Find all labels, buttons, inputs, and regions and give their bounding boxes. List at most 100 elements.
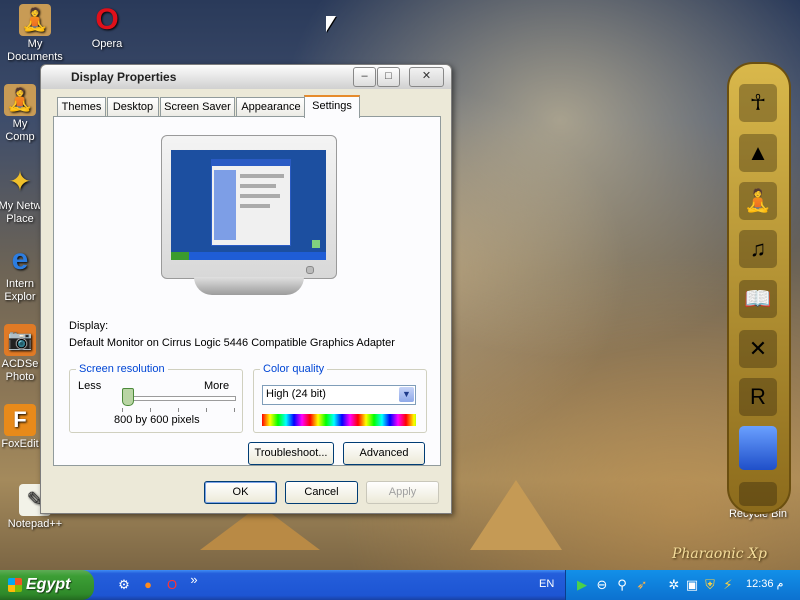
system-tray: ▶ ⊖ ⚲ ➶ ✲ ▣ ⛨ ⚡ 12:36 م (565, 570, 800, 600)
monitor-preview (161, 135, 337, 279)
scribe-figure-icon: 🧘 (744, 188, 772, 213)
display-properties-dialog: Display Properties – □ ✕ Themes Desktop … (40, 64, 452, 514)
meditating-figure-icon: 🧘 (4, 84, 36, 116)
slider-tick (122, 408, 123, 412)
desktop-icon-label: Opera (91, 38, 123, 50)
search-icon[interactable]: ⚲ (614, 577, 630, 593)
dock-item-pharaoh[interactable]: ☥ (739, 84, 777, 122)
monitor-stand (194, 277, 304, 295)
network-places-icon: ✦ (8, 166, 32, 197)
screen-resolution-group: Screen resolution Less More 800 by 600 p… (69, 363, 243, 433)
minimize-button[interactable]: – (353, 67, 376, 87)
quicklaunch-network-icon[interactable]: ⚙ (116, 577, 132, 593)
resolution-slider-thumb[interactable] (121, 388, 134, 406)
security-shield-icon[interactable]: ⛨ (702, 577, 718, 593)
resolution-value: 800 by 600 pixels (114, 414, 200, 426)
windows-flag-icon (8, 578, 22, 592)
desktop-icon-acdsee[interactable]: 📷 ACDSe Photo (0, 324, 42, 384)
pyramid-image (470, 480, 562, 550)
wallpaper-watermark: Pharaonic Xp (672, 546, 767, 562)
media-play-icon[interactable]: ▶ (574, 577, 590, 593)
desktop-icon-label: My Comp (5, 118, 35, 143)
tab-desktop[interactable]: Desktop (107, 97, 159, 116)
pyramids-icon: ▲ (747, 140, 769, 165)
recycle-bin-icon (312, 240, 320, 248)
desktop-icon-my-network-places[interactable]: ✦ My Netw Place (0, 166, 42, 226)
quicklaunch-more-chevron-icon[interactable]: » (186, 572, 202, 588)
advanced-button[interactable]: Advanced (343, 442, 425, 465)
preview-taskbar (171, 252, 326, 260)
dock-item-book[interactable]: 📖 (739, 280, 777, 318)
resolution-less-label: Less (78, 380, 102, 392)
chevron-down-icon[interactable]: ▼ (399, 387, 414, 402)
pharaoh-mask-icon: ☥ (749, 90, 767, 115)
quicklaunch-firefox-icon[interactable]: ● (140, 577, 156, 593)
dock-item-editor[interactable]: R (739, 378, 777, 416)
dock-item-tools[interactable]: ✕ (739, 330, 777, 368)
resolution-more-label: More (204, 380, 230, 392)
dock-item-cartouche[interactable] (739, 426, 777, 470)
foxedit-icon: F (4, 404, 36, 436)
network-icon[interactable]: ✲ (666, 577, 682, 593)
desktop-icon-label: Notepad++ (7, 518, 63, 530)
preview-start-button (171, 252, 189, 260)
book-icon: 📖 (744, 286, 772, 311)
troubleshoot-button[interactable]: Troubleshoot... (248, 442, 334, 465)
meditating-figure-icon: 🧘 (19, 4, 51, 36)
desktop-icon-label: My Documents (7, 38, 63, 63)
tab-screen-saver[interactable]: Screen Saver (160, 97, 235, 116)
display-label: Display: (69, 320, 109, 332)
desktop-icon-my-documents[interactable]: 🧘 My Documents (0, 4, 70, 64)
close-button[interactable]: ✕ (409, 67, 444, 87)
dialog-title: Display Properties (71, 70, 177, 84)
tab-themes[interactable]: Themes (57, 97, 106, 116)
preview-window (211, 159, 291, 246)
slider-tick (150, 408, 151, 412)
trash-icon (739, 482, 777, 506)
tab-settings[interactable]: Settings (304, 95, 360, 118)
color-spectrum-bar (262, 414, 416, 426)
power-icon[interactable]: ⚡ (720, 577, 736, 593)
cancel-button[interactable]: Cancel (285, 481, 358, 504)
language-indicator[interactable]: EN (539, 578, 554, 590)
mouse-cursor-icon (326, 16, 336, 32)
dock-item-bottom[interactable] (739, 482, 777, 506)
tab-appearance[interactable]: Appearance (236, 97, 306, 116)
camera-icon: 📷 (4, 324, 36, 356)
desktop-icon-label: ACDSe Photo (1, 358, 39, 383)
slider-tick (178, 408, 179, 412)
editor-tools-icon: R (750, 384, 766, 409)
taskbar: Egypt ⚙ ● O » EN ▶ ⊖ ⚲ ➶ ✲ ▣ ⛨ ⚡ 12:36 م (0, 570, 800, 600)
screen-resolution-legend: Screen resolution (76, 363, 168, 375)
minus-circle-icon[interactable]: ⊖ (594, 577, 610, 593)
clock[interactable]: 12:36 م (746, 577, 783, 590)
color-quality-legend: Color quality (260, 363, 328, 375)
maximize-button[interactable]: □ (377, 67, 400, 87)
desktop-icon-internet-explorer[interactable]: e Intern Explor (0, 244, 42, 304)
slider-tick (234, 408, 235, 412)
resolution-slider-track[interactable] (122, 396, 236, 401)
dock-item-pyramids[interactable]: ▲ (739, 134, 777, 172)
opera-icon: O (95, 3, 119, 36)
desktop-icon-my-computer[interactable]: 🧘 My Comp (0, 84, 42, 144)
desktop-icon-label: FoxEdit (1, 438, 39, 450)
ok-button[interactable]: OK (204, 481, 277, 504)
slider-tick (206, 408, 207, 412)
color-quality-group: Color quality High (24 bit) ▼ (253, 363, 427, 433)
monitor-power-led-icon (306, 266, 314, 274)
rocket-icon[interactable]: ➶ (634, 577, 650, 593)
start-button[interactable]: Egypt (0, 570, 94, 600)
harp-icon: ♫ (749, 236, 767, 261)
desktop-icon-opera[interactable]: O Opera (72, 4, 142, 51)
dialog-titlebar[interactable]: Display Properties – □ ✕ (41, 65, 451, 89)
color-quality-select[interactable]: High (24 bit) ▼ (262, 385, 416, 405)
display-adapter-value: Default Monitor on Cirrus Logic 5446 Com… (69, 337, 395, 349)
dock-item-harp[interactable]: ♫ (739, 230, 777, 268)
desktop-icon-foxedit[interactable]: F FoxEdit (0, 404, 42, 451)
monitor-icon[interactable]: ▣ (684, 577, 700, 593)
dock-item-scribe[interactable]: 🧘 (739, 182, 777, 220)
apply-button[interactable]: Apply (366, 481, 439, 504)
tools-icon: ✕ (748, 336, 768, 361)
quicklaunch-opera-icon[interactable]: O (164, 577, 180, 593)
start-label: Egypt (26, 576, 71, 593)
